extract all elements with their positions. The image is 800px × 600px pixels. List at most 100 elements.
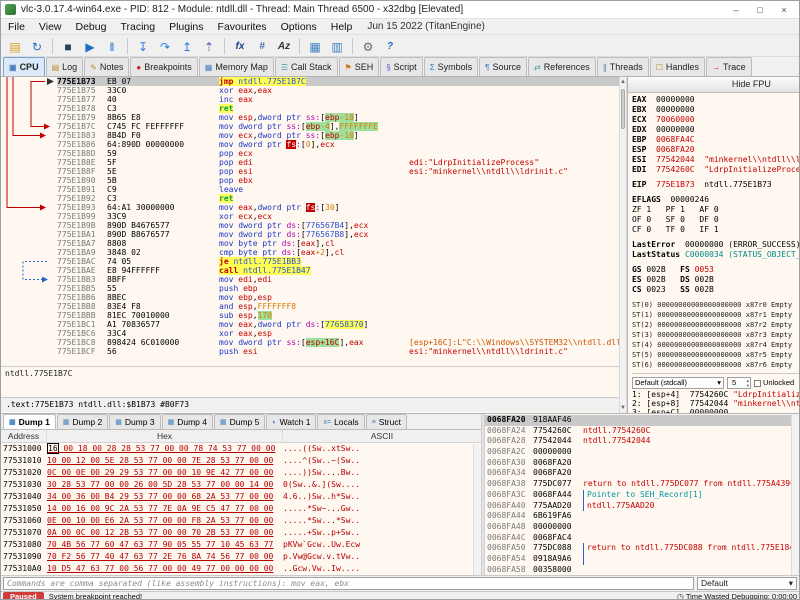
stack-row[interactable]: 0068FA2C00000000 — [485, 447, 799, 458]
step-over-icon[interactable]: ↷ — [155, 37, 175, 55]
register-row[interactable]: EDI 7754260C "LdrpInitializeProcess" — [632, 165, 800, 175]
restart-icon[interactable]: ↻ — [27, 37, 47, 55]
register-row[interactable]: ECX 70060000 — [632, 115, 800, 125]
menu-item-debug[interactable]: Debug — [69, 19, 114, 35]
stack-scrollbar[interactable] — [791, 414, 799, 575]
last-status-row[interactable]: LastStatus C0000034 (STATUS_OBJECT_NAME_… — [632, 250, 800, 260]
segments-row[interactable]: CS 0023 SS 002B — [632, 285, 800, 295]
disasm-row[interactable]: 775E1B92C3ret — [57, 194, 619, 203]
tab-cpu[interactable]: ▣CPU — [3, 57, 45, 76]
register-row[interactable]: EAX 00000000 — [632, 95, 800, 105]
disasm-row[interactable]: 775E1BAEE8 94FFFFFFcall ntdll.775E1B47 — [57, 266, 619, 275]
disasm-row[interactable]: 775E1BB883E4 F8and esp,FFFFFFF8 — [57, 302, 619, 311]
tab-call-stack[interactable]: ☰Call Stack — [275, 57, 338, 76]
segments-row[interactable]: GS 002B FS 0053 — [632, 265, 800, 275]
fpu-row[interactable]: ST(0) 00000000000000000000 x87r0 Empty — [632, 300, 800, 310]
menu-item-options[interactable]: Options — [274, 19, 324, 35]
stack-row[interactable]: 0068FA4C0068FAC4 — [485, 533, 799, 544]
tab-symbols[interactable]: ΣSymbols — [424, 57, 478, 76]
disasm-row[interactable]: 775E1B9364:A1 30000000mov eax,dword ptr … — [57, 203, 619, 212]
scrollbar-thumb[interactable] — [621, 89, 625, 129]
dump-row[interactable]: 7753100016 00 18 00 28 28 53 77 00 00 78… — [1, 443, 481, 455]
flags-row[interactable]: CF 0 TF 0 IF 1 — [632, 225, 800, 235]
stack-row[interactable]: 0068FA3C0068FA44Pointer to SEH_Record[1] — [485, 490, 799, 501]
stack-row[interactable]: 0068FA4800000000 — [485, 522, 799, 533]
command-profile-select[interactable]: Default ▾ — [697, 577, 797, 590]
disasm-row[interactable]: 775E1BB68BECmov ebp,esp — [57, 293, 619, 302]
dump-row[interactable]: 7753104034 00 36 00 B4 29 53 77 00 00 68… — [1, 491, 481, 503]
stack-row[interactable]: 0068FA50775DC088return to ntdll.775DC088… — [485, 543, 799, 554]
disasm-row[interactable]: 775E1BB555push ebp — [57, 284, 619, 293]
disassembly-view[interactable]: 775E1B73EB 07jmp ntdll.775E1B7C775E1B753… — [1, 77, 619, 366]
run-icon[interactable]: ▶ — [80, 37, 100, 55]
stack-row[interactable]: 0068FA2877542044ntdll.77542044 — [485, 436, 799, 447]
tab-script[interactable]: §Script — [380, 57, 422, 76]
disasm-row[interactable]: 775E1B8D59pop ecx — [57, 149, 619, 158]
disasm-row[interactable]: 775E1BAC74 05je ntdll.775E1BB3 — [57, 257, 619, 266]
arg-count-stepper[interactable]: 5▴▾ — [727, 377, 751, 389]
settings-gear-icon[interactable]: ⚙ — [358, 37, 378, 55]
dump-tab-locals[interactable]: x=Locals — [317, 414, 364, 429]
stack-row[interactable]: 0068FA300068FA20 — [485, 458, 799, 469]
dump-tab-dump-3[interactable]: ▦Dump 3 — [109, 414, 160, 429]
scroll-down-icon[interactable]: ▼ — [620, 403, 626, 413]
menu-item-favourites[interactable]: Favourites — [211, 19, 274, 35]
stack-row[interactable]: 0068FA446B619FA6 — [485, 511, 799, 522]
maximize-button[interactable]: □ — [749, 3, 771, 17]
disasm-row[interactable]: 775E1B8664:890D 00000000mov dword ptr fs… — [57, 140, 619, 149]
memory-map-icon[interactable]: ▦ — [305, 37, 325, 55]
fpu-row[interactable]: ST(5) 00000000000000000000 x87r5 Empty — [632, 350, 800, 360]
disasm-row[interactable]: 775E1B7533C0xor eax,eax — [57, 86, 619, 95]
dump-scrollbar[interactable] — [473, 444, 481, 575]
font-icon[interactable]: Az — [274, 37, 294, 55]
disasm-row[interactable]: 775E1B8F5Epop esiesi:"minkernel\\ntdll\\… — [57, 167, 619, 176]
stack-row[interactable]: 0068FA5800358000 — [485, 565, 799, 575]
dump-row[interactable]: 775310700A 00 0C 00 12 2B 53 77 00 00 70… — [1, 527, 481, 539]
disasm-row[interactable]: 775E1B7CC745 FC FEFFFFFFmov dword ptr ss… — [57, 122, 619, 131]
register-row[interactable]: ESP 0068FA20 — [632, 145, 800, 155]
fpu-row[interactable]: ST(6) 00000000000000000000 x87r6 Empty — [632, 360, 800, 370]
command-input[interactable] — [3, 577, 694, 590]
menu-item-tracing[interactable]: Tracing — [113, 19, 162, 35]
argument-row[interactable]: 1: [esp+4] 7754260C "LdrpInitializeProce… — [632, 390, 800, 399]
register-row[interactable]: EBX 00000000 — [632, 105, 800, 115]
disasm-row[interactable]: 775E1B73EB 07jmp ntdll.775E1B7C — [57, 77, 619, 86]
pause-icon[interactable]: ‖ — [102, 37, 122, 55]
menu-item-file[interactable]: File — [1, 19, 32, 35]
disasm-row[interactable]: 775E1B9933C9xor ecx,ecx — [57, 212, 619, 221]
scroll-up-icon[interactable]: ▲ — [620, 77, 626, 87]
dump-row[interactable]: 7753105014 00 16 00 9C 2A 53 77 7E 0A 9E… — [1, 503, 481, 515]
dump-tab-watch-1[interactable]: ◐Watch 1 — [266, 414, 316, 429]
dump-row[interactable]: 775310A010 D5 47 63 77 00 56 77 00 00 49… — [1, 563, 481, 575]
register-row[interactable]: ESI 77542044 "minkernel\\ntdll\\ldrinit.… — [632, 155, 800, 165]
stack-row[interactable]: 0068FA340068FA20 — [485, 468, 799, 479]
disasm-row[interactable]: 775E1BBB81EC 70010000sub esp,170 — [57, 311, 619, 320]
hide-fpu-button[interactable]: Hide FPU — [628, 77, 800, 93]
tab-memory-map[interactable]: ▦Memory Map — [199, 57, 274, 76]
stack-row[interactable]: 0068FA38775DC077return to ntdll.775DC077… — [485, 479, 799, 490]
fpu-row[interactable]: ST(3) 00000000000000000000 x87r3 Empty — [632, 330, 800, 340]
disasm-row[interactable]: 775E1B7740inc eax — [57, 95, 619, 104]
segments-row[interactable]: ES 002B DS 002B — [632, 275, 800, 285]
disasm-row[interactable]: 775E1BA1890D B8676577mov dword ptr ds:[7… — [57, 230, 619, 239]
stack-row[interactable]: 0068FA540918A9A6 — [485, 554, 799, 565]
minimize-button[interactable]: – — [725, 3, 747, 17]
stepper-down-icon[interactable]: ▾ — [747, 383, 749, 388]
tab-trace[interactable]: →Trace — [706, 57, 752, 76]
disasm-row[interactable]: 775E1BA78808mov byte ptr ds:[eax],cl — [57, 239, 619, 248]
disasm-row[interactable]: 775E1BCF56push esiesi:"minkernel\\ntdll\… — [57, 347, 619, 356]
dump-row[interactable]: 7753108070 4B 56 77 60 47 63 77 90 05 55… — [1, 539, 481, 551]
disasm-row[interactable]: 775E1B8E5Fpop ediedi:"LdrpInitializeProc… — [57, 158, 619, 167]
stack-row[interactable]: 0068FA247754260Cntdll.7754260C — [485, 426, 799, 437]
help-icon[interactable]: ? — [380, 37, 400, 55]
close-button[interactable]: × — [773, 3, 795, 17]
disasm-row[interactable]: 775E1B905Bpop ebx — [57, 176, 619, 185]
disasm-row[interactable]: 775E1B798B65 E8mov esp,dword ptr ss:[ebp… — [57, 113, 619, 122]
last-error-row[interactable]: LastError 00000000 (ERROR_SUCCESS) — [632, 240, 800, 250]
tab-notes[interactable]: ✎Notes — [84, 57, 129, 76]
disasm-row[interactable]: 775E1BC633C4xor eax,esp — [57, 329, 619, 338]
register-row[interactable]: EBP 0068FA4C — [632, 135, 800, 145]
fx-icon[interactable]: fx — [230, 37, 250, 55]
menu-item-plugins[interactable]: Plugins — [162, 19, 210, 35]
argument-row[interactable]: 3: [esp+C] 00000000 — [632, 408, 800, 413]
